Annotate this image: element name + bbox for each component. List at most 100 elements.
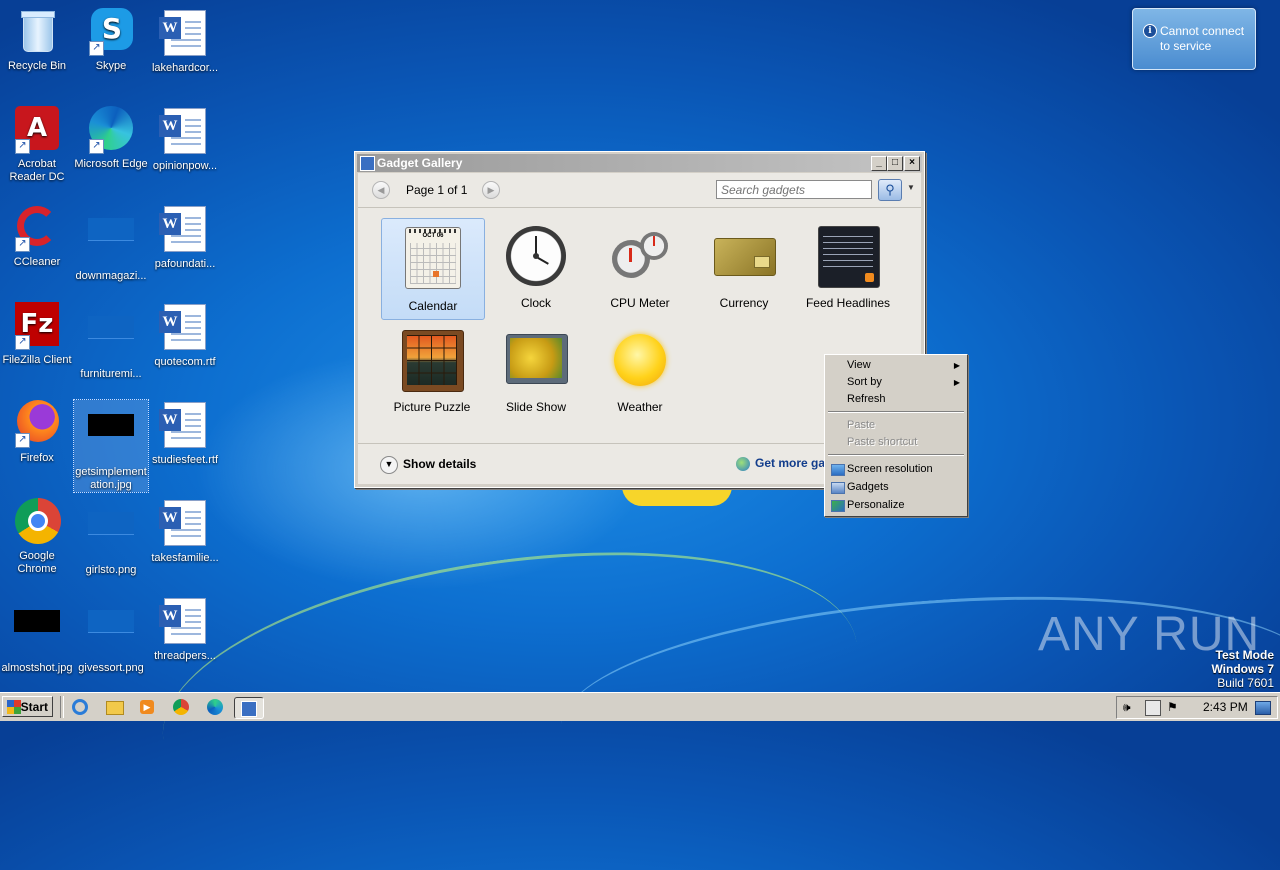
menu-item-label: Screen resolution <box>847 463 933 475</box>
internet-explorer-icon[interactable] <box>70 697 90 717</box>
edge-taskbar-icon[interactable] <box>205 697 225 717</box>
gadget-clock[interactable]: Clock <box>485 218 587 318</box>
show-desktop-icon[interactable] <box>1255 701 1271 715</box>
desktop-icon-label: pafoundati... <box>154 258 216 270</box>
desktop-icon-threadpers[interactable]: W threadpers... <box>148 596 222 663</box>
menu-item-gadgets[interactable]: Gadgets <box>827 479 965 496</box>
image-file-icon <box>87 414 135 462</box>
show-details-label: Show details <box>403 457 477 472</box>
minimize-button[interactable]: _ <box>871 156 887 171</box>
volume-icon[interactable]: 🕪 <box>1123 700 1137 714</box>
chevron-down-icon[interactable]: ▼ <box>907 183 915 192</box>
gadget-slide-show[interactable]: Slide Show <box>485 322 587 422</box>
desktop-icon-givessort[interactable]: givessort.png <box>74 596 148 675</box>
gadget-label: Clock <box>520 296 551 310</box>
get-more-gadgets-link[interactable]: Get more ga <box>736 456 825 471</box>
media-player-icon[interactable]: ▶ <box>137 697 157 717</box>
desktop-icon-label: threadpers... <box>154 650 216 662</box>
desktop-icon-firefox[interactable]: ↗ Firefox <box>0 400 74 465</box>
desktop-icon-recycle-bin[interactable]: Recycle Bin <box>0 8 74 73</box>
desktop-icon-studiesfeet[interactable]: W studiesfeet.rtf <box>148 400 222 467</box>
word-document-icon: W <box>159 500 209 548</box>
desktop-icon-label: Microsoft Edge <box>74 158 148 170</box>
chrome-taskbar-icon[interactable] <box>171 697 191 717</box>
previous-page-button[interactable]: ◀ <box>372 181 390 199</box>
desktop-icon-acrobat[interactable]: A ↗ Acrobat Reader DC <box>0 106 74 184</box>
gadget-currency[interactable]: Currency <box>693 218 795 318</box>
recycle-bin-icon <box>13 8 61 56</box>
gadget-calendar[interactable]: OCT 06 Calendar <box>381 218 485 320</box>
search-icon[interactable]: ⚲ <box>878 179 902 201</box>
menu-item-label: Paste <box>847 419 876 431</box>
gadget-feed-headlines[interactable]: Feed Headlines <box>797 218 899 318</box>
window-titlebar[interactable]: Gadget Gallery _ □ × <box>357 154 922 172</box>
desktop-icon-label: lakehardcor... <box>151 62 219 74</box>
desktop-icon-label: quotecom.rtf <box>154 356 216 368</box>
desktop-icon-filezilla[interactable]: Fz ↗ FileZilla Client <box>0 302 74 367</box>
notification-balloon[interactable]: i Cannot connect to service <box>1132 8 1256 70</box>
desktop-icon-label: getsimplementation.jpg <box>75 466 147 491</box>
desktop-icon-skype[interactable]: S ↗ Skype <box>74 8 148 73</box>
taskbar-clock[interactable]: 2:43 PM <box>1203 697 1248 718</box>
desktop-icon-edge[interactable]: ↗ Microsoft Edge <box>74 106 148 171</box>
desktop-icon-chrome[interactable]: Google Chrome <box>0 498 74 576</box>
next-page-button[interactable]: ▶ <box>482 181 500 199</box>
desktop-icon-furnituremi[interactable]: furnituremi... <box>74 302 148 381</box>
menu-item-view[interactable]: View ▶ <box>827 357 965 374</box>
os-label: Windows 7 <box>1211 662 1274 676</box>
personalize-icon <box>831 500 845 512</box>
currency-gadget-icon <box>714 226 776 286</box>
picture-puzzle-gadget-icon <box>402 330 464 392</box>
image-file-icon <box>87 316 135 364</box>
desktop-icon-pafoundati[interactable]: W pafoundati... <box>148 204 222 271</box>
desktop-icon-lakehardcor[interactable]: W lakehardcor... <box>148 8 222 75</box>
calendar-gadget-icon: OCT 06 <box>405 227 461 289</box>
menu-item-personalize[interactable]: Personalize <box>827 497 965 514</box>
network-icon[interactable] <box>1145 700 1161 716</box>
file-explorer-icon[interactable] <box>104 697 124 717</box>
chrome-icon <box>13 498 61 546</box>
notification-text: Cannot connect to service <box>1160 24 1245 53</box>
close-button[interactable]: × <box>904 156 920 171</box>
desktop-icon-quotecom[interactable]: W quotecom.rtf <box>148 302 222 369</box>
desktop-icon-opinionpow[interactable]: W opinionpow... <box>148 106 222 173</box>
desktop-icon-label: opinionpow... <box>152 160 218 172</box>
word-document-icon: W <box>159 402 209 450</box>
start-button[interactable]: Start <box>2 696 53 717</box>
gadget-cpu-meter[interactable]: CPU Meter <box>589 218 691 318</box>
gadget-gallery-taskbar-button[interactable] <box>234 697 264 719</box>
gadget-picture-puzzle[interactable]: Picture Puzzle <box>381 322 483 422</box>
edge-icon: ↗ <box>87 106 135 154</box>
desktop-icon-takesfamilie[interactable]: W takesfamilie... <box>148 498 222 565</box>
system-tray: 🕪 ⚑ 2:43 PM <box>1116 696 1278 719</box>
menu-item-refresh[interactable]: Refresh <box>827 391 965 408</box>
gadget-label: Calendar <box>408 299 458 313</box>
maximize-button[interactable]: □ <box>887 156 903 171</box>
word-document-icon: W <box>159 304 209 352</box>
desktop-icon-downmagazi[interactable]: downmagazi... <box>74 204 148 283</box>
slide-show-gadget-icon <box>506 330 568 390</box>
search-gadgets-input[interactable] <box>716 180 872 199</box>
windows-logo-icon <box>7 700 21 714</box>
menu-item-label: Paste shortcut <box>847 436 918 448</box>
desktop-icon-label: girlsto.png <box>85 564 137 576</box>
ccleaner-icon: ↗ <box>13 204 61 252</box>
gadget-weather[interactable]: Weather <box>589 322 691 422</box>
menu-item-label: Refresh <box>847 393 886 405</box>
desktop-icon-label: takesfamilie... <box>151 552 219 564</box>
desktop-icon-almostshot[interactable]: almostshot.jpg <box>0 596 74 675</box>
desktop-icon-label: Firefox <box>20 452 54 464</box>
desktop-icon-getsimplementation[interactable]: getsimplementation.jpg <box>73 399 149 493</box>
desktop-icon-ccleaner[interactable]: ↗ CCleaner <box>0 204 74 269</box>
gadget-label: Weather <box>617 400 663 414</box>
start-label: Start <box>20 700 48 714</box>
menu-item-label: Personalize <box>847 499 905 511</box>
show-details-button[interactable]: ▼ Show details <box>380 456 476 474</box>
action-center-flag-icon[interactable]: ⚑ <box>1167 700 1181 714</box>
desktop-icon-girlsto[interactable]: girlsto.png <box>74 498 148 577</box>
monitor-icon <box>831 464 845 476</box>
get-more-gadgets-label: Get more ga <box>755 456 826 470</box>
menu-item-sort-by[interactable]: Sort by ▶ <box>827 374 965 391</box>
gadget-label: Currency <box>719 296 769 310</box>
menu-item-screen-resolution[interactable]: Screen resolution <box>827 461 965 478</box>
